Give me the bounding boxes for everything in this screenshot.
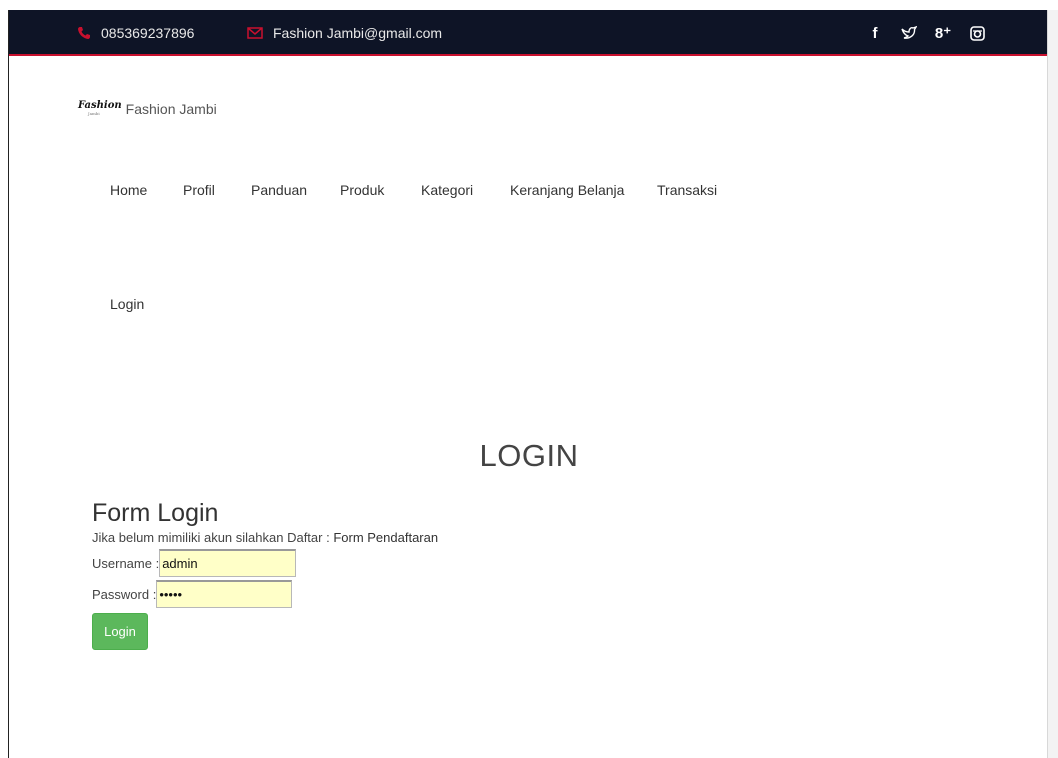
register-link[interactable]: Form Pendaftaran <box>333 530 438 545</box>
nav-item-keranjang-belanja[interactable]: Keranjang Belanja <box>510 182 657 198</box>
email-address: Fashion Jambi@gmail.com <box>273 25 443 41</box>
nav-item-transaksi[interactable]: Transaksi <box>657 182 717 198</box>
site-name: Fashion Jambi <box>125 101 217 117</box>
register-hint-text: Jika belum mimiliki akun silahkan Daftar… <box>92 530 334 545</box>
username-input[interactable] <box>159 549 297 577</box>
password-row: Password : <box>92 580 438 608</box>
login-button[interactable]: Login <box>92 613 148 650</box>
phone-icon <box>78 27 90 39</box>
phone-number: 085369237896 <box>101 25 195 41</box>
main-navigation: Home Profil Panduan Produk Kategori Kera… <box>110 182 717 198</box>
scrollbar-track[interactable] <box>1047 10 1058 758</box>
phone-contact: 085369237896 <box>77 10 194 56</box>
google-plus-icon[interactable]: 8⁺ <box>935 25 951 42</box>
nav-item-panduan[interactable]: Panduan <box>251 182 340 198</box>
nav-item-home[interactable]: Home <box>110 182 183 198</box>
envelope-icon <box>247 27 263 39</box>
form-title: Form Login <box>92 499 219 527</box>
logo-mark: Fashion Jambi <box>78 101 122 117</box>
password-input[interactable] <box>156 580 293 608</box>
logo-sub-text: Jambi <box>88 111 100 116</box>
page-title: LOGIN <box>479 438 579 473</box>
nav-item-produk[interactable]: Produk <box>340 182 421 198</box>
username-row: Username : <box>92 549 438 577</box>
window-top-edge <box>0 0 1058 10</box>
nav-item-login[interactable]: Login <box>110 296 144 312</box>
password-label: Password : <box>92 586 157 602</box>
window-left-edge <box>0 10 9 758</box>
twitter-icon[interactable] <box>901 25 917 41</box>
logo-script-text: Fashion <box>78 100 122 111</box>
login-form: Form Login Jika belum mimiliki akun sila… <box>92 498 438 650</box>
email-contact: Fashion Jambi@gmail.com <box>247 10 442 56</box>
site-logo[interactable]: Fashion Jambi Fashion Jambi <box>78 101 217 118</box>
username-label: Username : <box>92 555 160 571</box>
top-contact-bar: 085369237896 Fashion Jambi@gmail.com f 8… <box>9 10 1047 56</box>
nav-item-kategori[interactable]: Kategori <box>421 182 510 198</box>
social-links: f 8⁺ <box>867 10 985 56</box>
instagram-icon[interactable] <box>969 25 985 41</box>
register-hint: Jika belum mimiliki akun silahkan Daftar… <box>92 530 438 546</box>
nav-item-profil[interactable]: Profil <box>183 182 251 198</box>
facebook-icon[interactable]: f <box>867 25 883 42</box>
